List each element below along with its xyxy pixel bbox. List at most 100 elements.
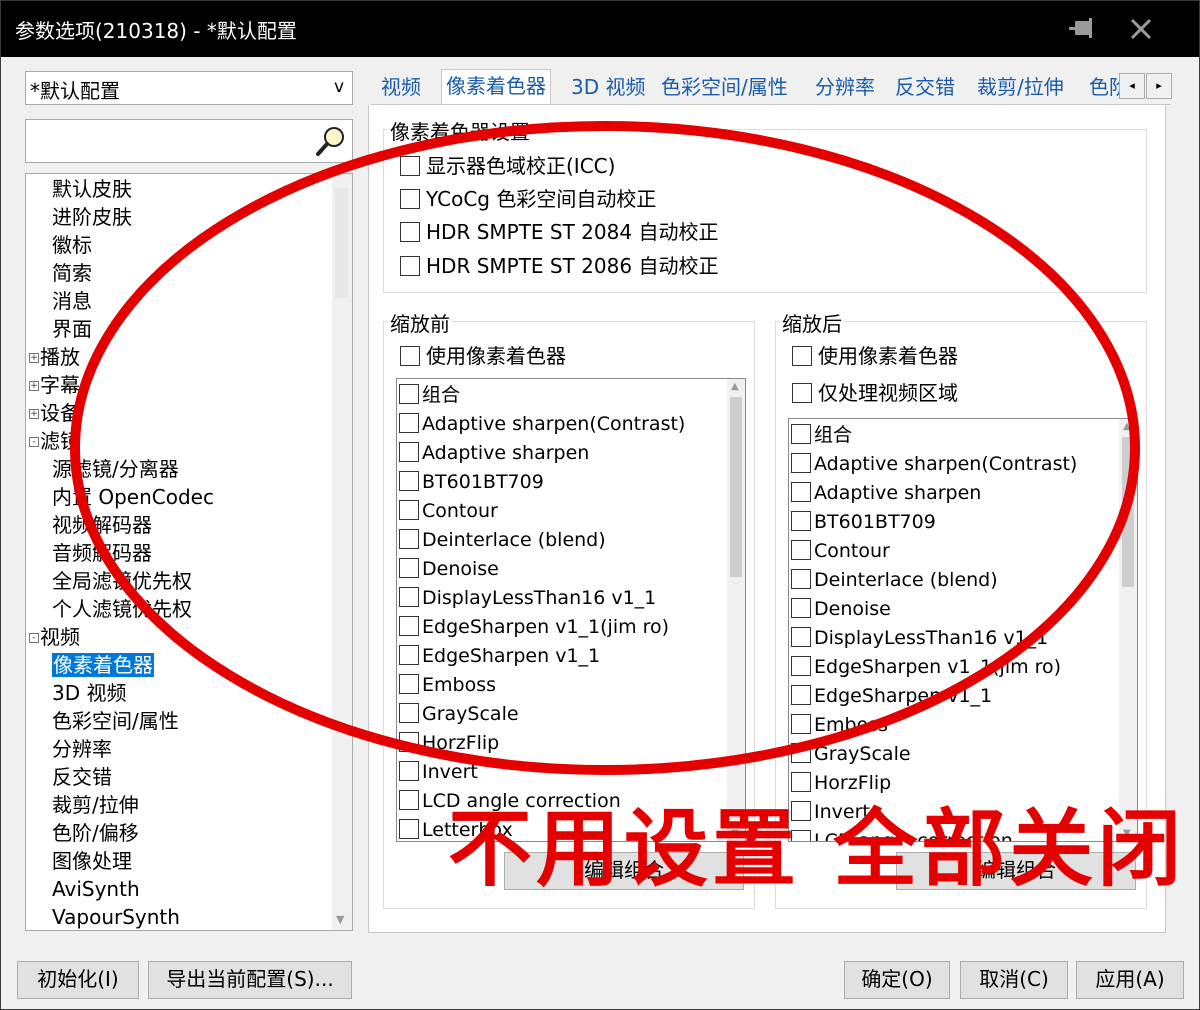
- checkbox[interactable]: [399, 673, 419, 694]
- checkbox[interactable]: [399, 702, 419, 723]
- list-item[interactable]: EdgeSharpen v1_1: [791, 682, 992, 711]
- checkbox[interactable]: [399, 644, 419, 665]
- checkbox[interactable]: [399, 470, 419, 491]
- option-ycocg[interactable]: YCoCg 色彩空间自动校正: [400, 185, 656, 215]
- tree-item[interactable]: 反交错: [52, 764, 112, 792]
- checkbox[interactable]: [791, 510, 811, 531]
- list-item[interactable]: BT601BT709: [399, 468, 544, 497]
- list-item[interactable]: Contour: [791, 537, 890, 566]
- scrollbar[interactable]: ▲ ▼: [727, 379, 745, 841]
- list-item[interactable]: Contour: [399, 497, 498, 526]
- scroll-up-icon[interactable]: ▲: [1123, 421, 1131, 432]
- checkbox[interactable]: [400, 345, 420, 366]
- checkbox[interactable]: [791, 742, 811, 763]
- list-item[interactable]: 组合: [399, 381, 460, 410]
- tree-item[interactable]: 简索: [52, 260, 92, 288]
- option-hdr-2084[interactable]: HDR SMPTE ST 2084 自动校正: [400, 218, 718, 248]
- cancel-button[interactable]: 取消(C): [960, 961, 1068, 999]
- tab-scroll-left-button[interactable]: ◂: [1119, 73, 1145, 99]
- list-item[interactable]: Adaptive sharpen(Contrast): [791, 450, 1077, 479]
- list-item[interactable]: EdgeSharpen v1_1(jim ro): [791, 653, 1061, 682]
- list-item[interactable]: DisplayLessThan16 v1_1: [399, 584, 656, 613]
- tree-item[interactable]: AviSynth: [52, 876, 140, 904]
- tree-item[interactable]: 视频解码器: [52, 512, 152, 540]
- tab[interactable]: 视频: [377, 71, 425, 104]
- close-icon[interactable]: [1125, 13, 1157, 45]
- tab[interactable]: 像素着色器: [441, 69, 551, 104]
- scrollbar[interactable]: ▼: [332, 174, 352, 930]
- list-item[interactable]: Denoise: [399, 555, 499, 584]
- tab-scroll-right-button[interactable]: ▸: [1146, 73, 1172, 99]
- list-item[interactable]: Adaptive sharpen: [399, 439, 589, 468]
- scroll-down-icon[interactable]: ▼: [336, 913, 344, 926]
- scrollbar-thumb[interactable]: [335, 188, 348, 298]
- list-item[interactable]: GrayScale: [399, 700, 519, 729]
- list-item[interactable]: Deinterlace (blend): [399, 526, 606, 555]
- tree-item[interactable]: 滤镜: [40, 428, 80, 456]
- profile-dropdown[interactable]: *默认配置 v: [25, 71, 353, 105]
- list-item[interactable]: Adaptive sharpen(Contrast): [399, 410, 685, 439]
- checkbox[interactable]: [399, 818, 419, 839]
- export-config-button[interactable]: 导出当前配置(S)...: [148, 961, 352, 999]
- checkbox[interactable]: [399, 557, 419, 578]
- post-video-area-only[interactable]: 仅处理视频区域: [792, 379, 958, 409]
- ok-button[interactable]: 确定(O): [844, 961, 950, 999]
- checkbox[interactable]: [400, 155, 420, 176]
- list-item[interactable]: DisplayLessThan16 v1_1: [791, 624, 1048, 653]
- tree-item[interactable]: 界面: [52, 316, 92, 344]
- tree-item[interactable]: 全局滤镜优先权: [52, 568, 192, 596]
- checkbox[interactable]: [399, 731, 419, 752]
- list-item[interactable]: Adaptive sharpen: [791, 479, 981, 508]
- checkbox[interactable]: [792, 382, 812, 403]
- checkbox[interactable]: [399, 412, 419, 433]
- checkbox[interactable]: [399, 615, 419, 636]
- init-button[interactable]: 初始化(I): [17, 961, 139, 999]
- tree-item[interactable]: 图像处理: [52, 848, 132, 876]
- tree-item[interactable]: 播放: [40, 344, 80, 372]
- collapse-icon[interactable]: -: [29, 437, 39, 447]
- list-item[interactable]: HorzFlip: [399, 729, 499, 758]
- pin-icon[interactable]: [1067, 15, 1099, 43]
- tree-item[interactable]: 视频: [40, 624, 80, 652]
- tree-item[interactable]: 内置 OpenCodec: [52, 484, 214, 512]
- checkbox[interactable]: [791, 684, 811, 705]
- tab[interactable]: 裁剪/拉伸: [973, 71, 1068, 104]
- checkbox[interactable]: [792, 345, 812, 366]
- tree-item[interactable]: 色彩空间/属性: [52, 708, 179, 736]
- tree-item[interactable]: 字幕: [40, 372, 80, 400]
- checkbox[interactable]: [399, 586, 419, 607]
- tree-item[interactable]: 徽标: [52, 232, 92, 260]
- checkbox[interactable]: [791, 481, 811, 502]
- checkbox[interactable]: [399, 383, 419, 404]
- scrollbar-thumb[interactable]: [1122, 437, 1134, 587]
- checkbox[interactable]: [791, 452, 811, 473]
- list-item[interactable]: Deinterlace (blend): [791, 566, 998, 595]
- tree-item[interactable]: 像素着色器: [52, 652, 154, 680]
- tab[interactable]: 3D 视频: [567, 71, 649, 104]
- checkbox[interactable]: [791, 568, 811, 589]
- checkbox[interactable]: [400, 188, 420, 209]
- scroll-up-icon[interactable]: ▲: [731, 381, 739, 392]
- checkbox[interactable]: [791, 713, 811, 734]
- post-use-shader[interactable]: 使用像素着色器: [792, 342, 958, 372]
- checkbox[interactable]: [399, 760, 419, 781]
- checkbox[interactable]: [399, 789, 419, 810]
- list-item[interactable]: 组合: [791, 421, 852, 450]
- tab[interactable]: 色彩空间/属性: [657, 71, 792, 104]
- option-hdr-2086[interactable]: HDR SMPTE ST 2086 自动校正: [400, 252, 718, 282]
- checkbox[interactable]: [399, 441, 419, 462]
- expand-icon[interactable]: +: [29, 381, 39, 391]
- tab[interactable]: 反交错: [891, 71, 959, 104]
- collapse-icon[interactable]: -: [29, 633, 39, 643]
- tree-item[interactable]: 设备: [40, 400, 80, 428]
- tree-item[interactable]: 分辨率: [52, 736, 112, 764]
- tree-item[interactable]: 默认皮肤: [52, 176, 132, 204]
- list-item[interactable]: EdgeSharpen v1_1: [399, 642, 600, 671]
- checkbox[interactable]: [400, 221, 420, 242]
- tree-item[interactable]: VapourSynth: [52, 904, 180, 930]
- checkbox[interactable]: [791, 539, 811, 560]
- scrollbar[interactable]: ▲ ▼: [1119, 419, 1137, 841]
- option-icc[interactable]: 显示器色域校正(ICC): [400, 152, 615, 182]
- list-item[interactable]: EdgeSharpen v1_1(jim ro): [399, 613, 669, 642]
- list-item[interactable]: BT601BT709: [791, 508, 936, 537]
